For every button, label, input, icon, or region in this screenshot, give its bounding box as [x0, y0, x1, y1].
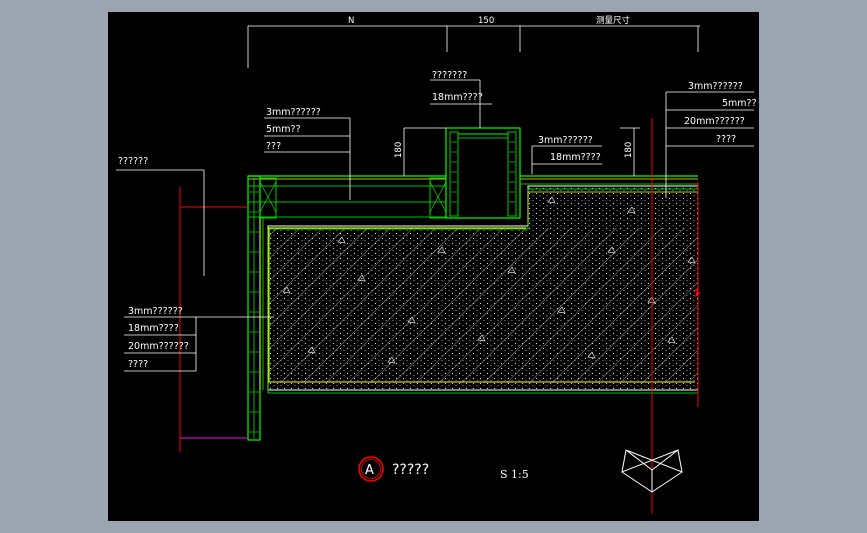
top-dimension-chain: N 150 测量尺寸 [247, 15, 700, 68]
callout-lower-left-3: 20mm?????? [128, 341, 189, 352]
callout-lower-left: 3mm?????? 18mm???? 20mm?????? ???? [124, 306, 274, 372]
callout-top-center-1: ??????? [432, 70, 467, 81]
callout-lower-left-2: 18mm???? [128, 323, 179, 334]
callout-top-center-2: 18mm???? [432, 92, 483, 103]
callout-inner-center: 3mm?????? 18mm???? [531, 135, 602, 174]
callout-top-center: ??????? 18mm???? [430, 70, 492, 128]
callout-lower-left-4: ???? [128, 359, 148, 370]
callout-right: 3mm?????? 5mm?? 20mm?????? ???? [665, 81, 757, 198]
drawing-title: A ????? S 1:5 [358, 456, 529, 482]
callout-inner-center-1: 3mm?????? [538, 135, 593, 146]
dimension-label-middle: 150 [478, 16, 494, 26]
callout-upper-left-3: ??? [266, 141, 281, 152]
drawing-title-text: ????? [392, 462, 429, 478]
drawing-scale: S 1:5 [500, 468, 529, 481]
callout-far-left: ?????? [116, 156, 205, 276]
callout-right-1: 3mm?????? [688, 81, 743, 92]
section-drawing: N 150 测量尺寸 180 180 ??????? 18mm???? 3mm?… [116, 15, 757, 514]
center-slot [445, 127, 521, 219]
dimension-label-right: 测量尺寸 [596, 15, 631, 26]
dimension-label-left: N [348, 16, 354, 26]
vertical-dimensions [403, 127, 640, 176]
callout-right-2: 5mm?? [722, 98, 757, 109]
callout-right-4: ???? [716, 134, 736, 145]
callout-inner-center-2: 18mm???? [550, 152, 601, 163]
cad-viewport: N 150 测量尺寸 180 180 ??????? 18mm???? 3mm?… [0, 0, 867, 533]
callout-upper-left-1: 3mm?????? [266, 107, 321, 118]
section-mark-letter: A [365, 463, 374, 478]
callout-upper-left-2: 5mm?? [266, 124, 301, 135]
callout-right-3: 20mm?????? [684, 116, 745, 127]
dimension-vertical-left: 180 [394, 142, 404, 158]
drawing-canvas[interactable]: N 150 测量尺寸 180 180 ??????? 18mm???? 3mm?… [108, 12, 759, 521]
callout-lower-left-1: 3mm?????? [128, 306, 183, 317]
callout-far-left-1: ?????? [118, 156, 148, 167]
left-cladding [247, 175, 264, 441]
dimension-vertical-right: 180 [624, 142, 634, 158]
